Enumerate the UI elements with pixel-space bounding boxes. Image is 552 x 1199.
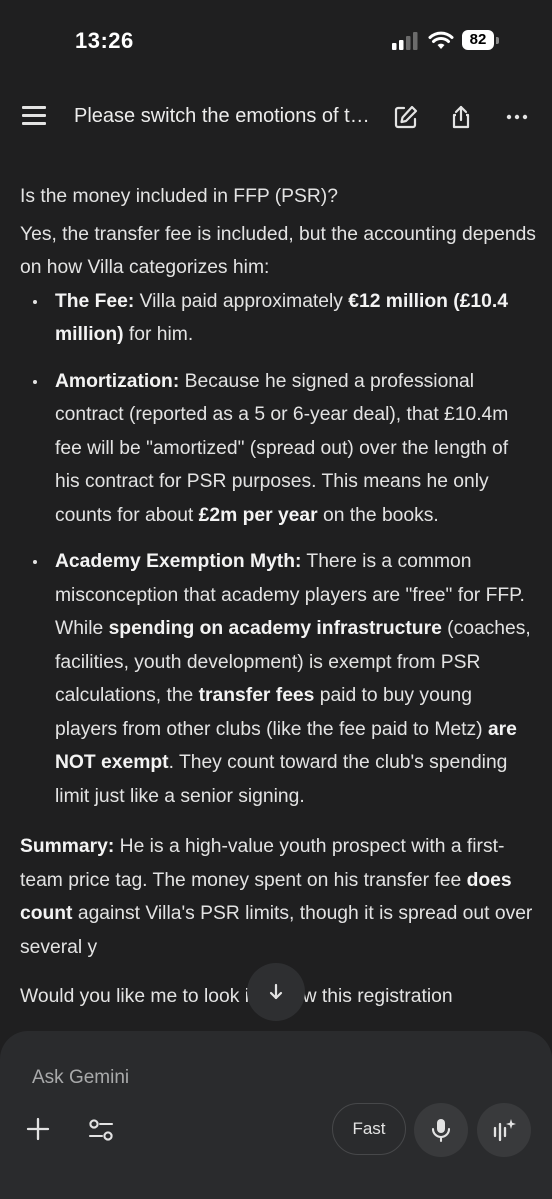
bullet-dot xyxy=(33,379,37,384)
chat-title[interactable]: Please switch the emotions of the... xyxy=(74,105,374,128)
tools-sliders-icon[interactable] xyxy=(86,1115,116,1145)
summary-label: Summary: xyxy=(20,836,115,857)
status-bar: 13:26 82 xyxy=(0,0,552,84)
bullet-list: The Fee: Villa paid approximately €12 mi… xyxy=(20,285,536,814)
arrow-down-icon xyxy=(269,983,283,1000)
microphone-icon xyxy=(431,1119,451,1143)
response-intro: Yes, the transfer fee is included, but t… xyxy=(20,223,536,279)
battery-indicator: 82 xyxy=(462,30,500,52)
bullet-dot xyxy=(33,560,37,564)
amortization-label: Amortization: xyxy=(55,370,180,392)
battery-level: 82 xyxy=(462,30,494,50)
response-heading: Is the money included in FFP (PSR)? xyxy=(20,186,338,207)
summary-text-2: against Villa's PSR limits, though it is… xyxy=(20,903,533,958)
summary-paragraph: Summary: He is a high-value youth prospe… xyxy=(20,830,536,964)
bullet-academy: Academy Exemption Myth: There is a commo… xyxy=(20,545,536,813)
battery-tip xyxy=(496,37,499,44)
gemini-live-sparkle-icon xyxy=(493,1119,516,1142)
gemini-live-button[interactable] xyxy=(477,1103,531,1157)
microphone-button[interactable] xyxy=(414,1103,468,1157)
amortization-per-year: £2m per year xyxy=(198,504,318,526)
fee-text-2: for him. xyxy=(123,324,194,345)
bullet-fee: The Fee: Villa paid approximately €12 mi… xyxy=(20,285,536,352)
wifi-icon xyxy=(428,31,454,49)
top-app-bar: Please switch the emotions of the... xyxy=(0,92,552,144)
amortization-text-1: Because he signed a professional contrac… xyxy=(55,370,509,526)
academy-bold-1: spending on academy infrastructure xyxy=(108,618,442,639)
fee-label: The Fee: xyxy=(55,290,135,312)
cellular-signal-icon xyxy=(392,32,418,50)
amortization-text-2: on the books. xyxy=(317,504,439,526)
model-mode-button[interactable]: Fast xyxy=(332,1103,406,1155)
edit-pencil-icon[interactable] xyxy=(393,104,419,130)
plus-icon[interactable] xyxy=(24,1115,52,1143)
hamburger-menu-icon[interactable] xyxy=(22,106,48,128)
more-horizontal-icon[interactable] xyxy=(504,104,530,130)
academy-label: Academy Exemption Myth: xyxy=(55,551,302,572)
response-content: Is the money included in FFP (PSR)? Yes,… xyxy=(20,180,536,1014)
fee-text-1: Villa paid approximately xyxy=(134,290,349,312)
ask-gemini-input[interactable] xyxy=(30,1061,514,1095)
bullet-dot xyxy=(33,299,37,304)
share-icon[interactable] xyxy=(448,104,474,130)
composer-panel: Fast xyxy=(0,1031,552,1199)
scroll-to-bottom-button[interactable] xyxy=(247,963,305,1021)
status-time: 13:26 xyxy=(75,28,134,53)
bullet-amortization: Amortization: Because he signed a profes… xyxy=(20,365,536,533)
academy-bold-2: transfer fees xyxy=(198,685,315,706)
